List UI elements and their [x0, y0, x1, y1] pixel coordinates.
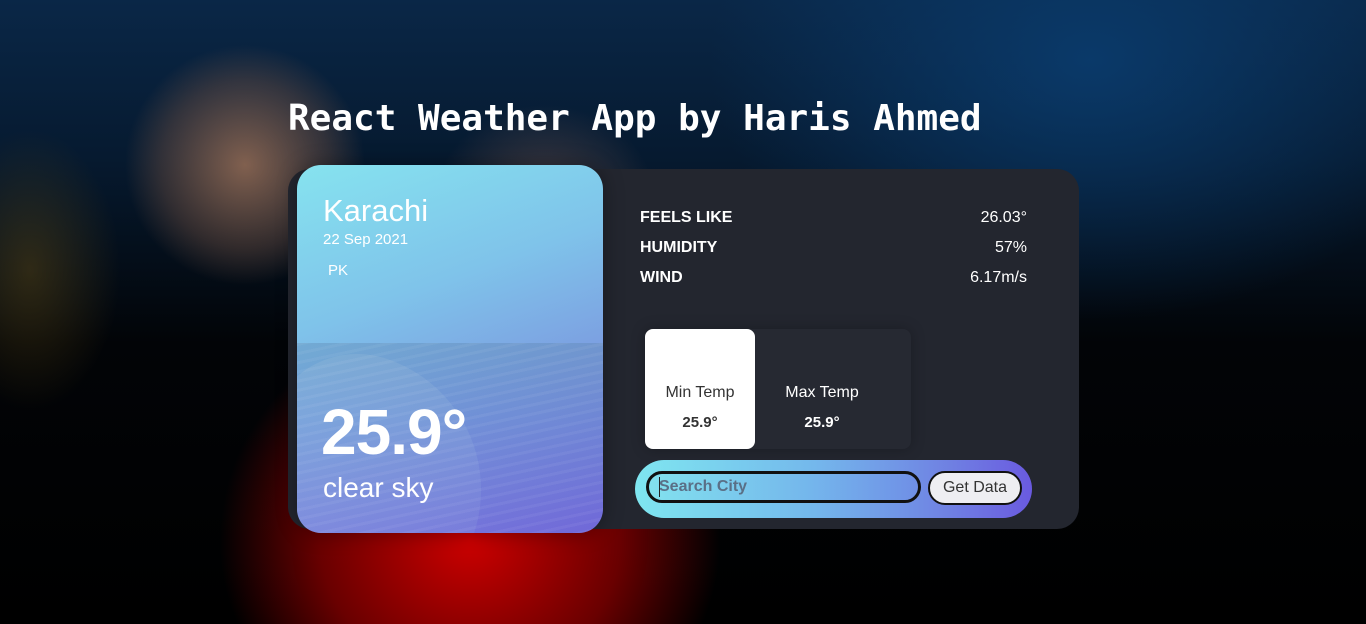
- current-date: 22 Sep 2021: [323, 231, 409, 248]
- stat-value: 6.17m/s: [970, 269, 1027, 286]
- search-city-input[interactable]: [646, 471, 921, 503]
- min-temp-label: Min Temp: [665, 384, 735, 401]
- current-temperature: 25.9°: [321, 396, 467, 468]
- max-temp-card[interactable]: Max Temp 25.9°: [767, 329, 877, 449]
- max-temp-value: 25.9°: [804, 414, 840, 431]
- search-bar: Get Data: [635, 460, 1032, 518]
- max-temp-label: Max Temp: [785, 384, 859, 401]
- country-code: PK: [328, 262, 349, 279]
- min-temp-value: 25.9°: [682, 414, 718, 431]
- stat-label: FEELS LIKE: [640, 209, 733, 226]
- stat-row-humidity: HUMIDITY 57%: [640, 239, 1027, 261]
- city-name: Karachi: [323, 193, 429, 228]
- weather-condition: clear sky: [323, 472, 434, 503]
- app-title: React Weather App by Haris Ahmed: [288, 98, 982, 139]
- current-weather-card: Karachi 22 Sep 2021 PK 25.9° clear sky: [297, 165, 603, 533]
- text-caret: [659, 477, 660, 497]
- stat-row-wind: WIND 6.17m/s: [640, 269, 1027, 291]
- stat-value: 57%: [994, 239, 1027, 256]
- stat-label: HUMIDITY: [640, 239, 718, 256]
- stat-value: 26.03°: [980, 209, 1027, 226]
- min-temp-card[interactable]: Min Temp 25.9°: [645, 329, 755, 449]
- get-data-button[interactable]: Get Data: [928, 471, 1022, 505]
- stat-row-feels-like: FEELS LIKE 26.03°: [640, 209, 1027, 231]
- stat-label: WIND: [640, 269, 683, 286]
